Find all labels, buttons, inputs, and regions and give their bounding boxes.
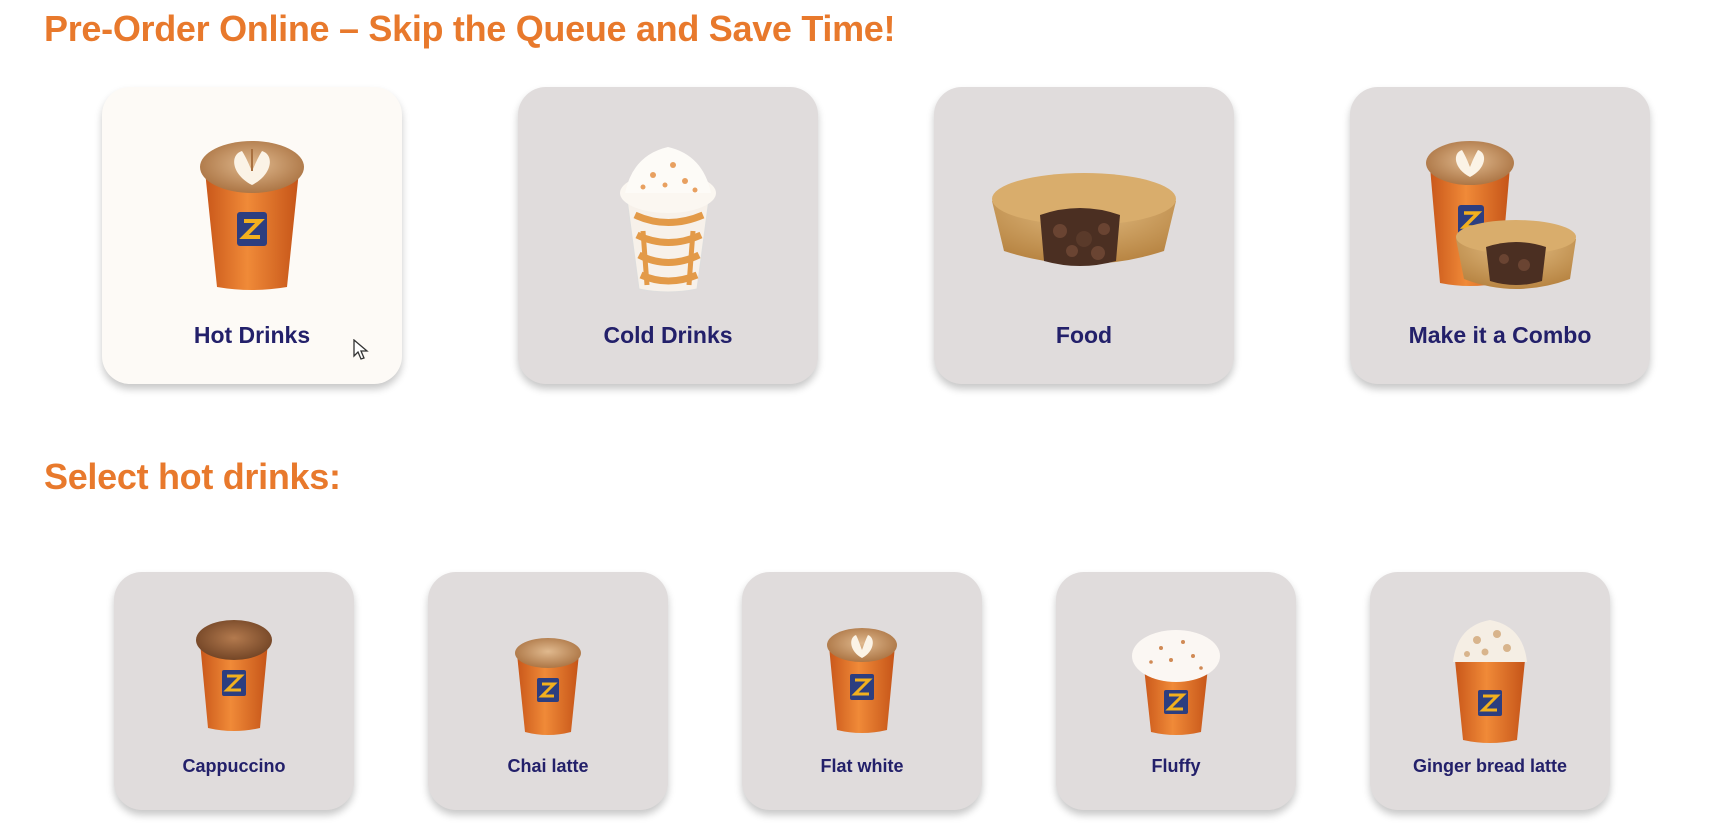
item-card-chai-latte[interactable]: Chai latte bbox=[428, 572, 668, 810]
category-card-cold-drinks[interactable]: Cold Drinks bbox=[518, 87, 818, 384]
item-card-ginger-bread-latte[interactable]: Ginger bread latte bbox=[1370, 572, 1610, 810]
item-card-flat-white[interactable]: Flat white bbox=[742, 572, 982, 810]
mouse-cursor-icon bbox=[353, 339, 369, 360]
coffee-and-pie-icon bbox=[1426, 141, 1576, 289]
coffee-cup-latte-art-icon bbox=[200, 141, 304, 290]
chai-latte-cup-icon bbox=[515, 638, 581, 735]
category-label: Make it a Combo bbox=[1408, 322, 1592, 348]
item-label: Fluffy bbox=[1151, 756, 1201, 776]
item-label: Ginger bread latte bbox=[1412, 756, 1568, 776]
item-label: Chai latte bbox=[507, 756, 589, 776]
item-label: Cappuccino bbox=[182, 756, 286, 776]
category-card-combo[interactable]: Make it a Combo bbox=[1350, 87, 1650, 384]
category-label: Food bbox=[1055, 322, 1113, 348]
iced-drink-whipped-cream-icon bbox=[620, 147, 716, 293]
item-card-cappuccino[interactable]: Cappuccino bbox=[114, 572, 354, 810]
item-card-fluffy[interactable]: Fluffy bbox=[1056, 572, 1296, 810]
category-label: Cold Drinks bbox=[603, 322, 733, 348]
flat-white-cup-icon bbox=[827, 628, 897, 733]
fluffy-cup-icon bbox=[1132, 630, 1220, 735]
page-title: Pre-Order Online – Skip the Queue and Sa… bbox=[44, 8, 896, 49]
category-card-food[interactable]: Food bbox=[934, 87, 1234, 384]
meat-pie-icon bbox=[992, 173, 1176, 266]
item-label: Flat white bbox=[820, 756, 904, 776]
cappuccino-cup-icon bbox=[196, 620, 272, 731]
section-title: Select hot drinks: bbox=[44, 456, 341, 497]
gingerbread-latte-cup-icon bbox=[1453, 620, 1527, 743]
